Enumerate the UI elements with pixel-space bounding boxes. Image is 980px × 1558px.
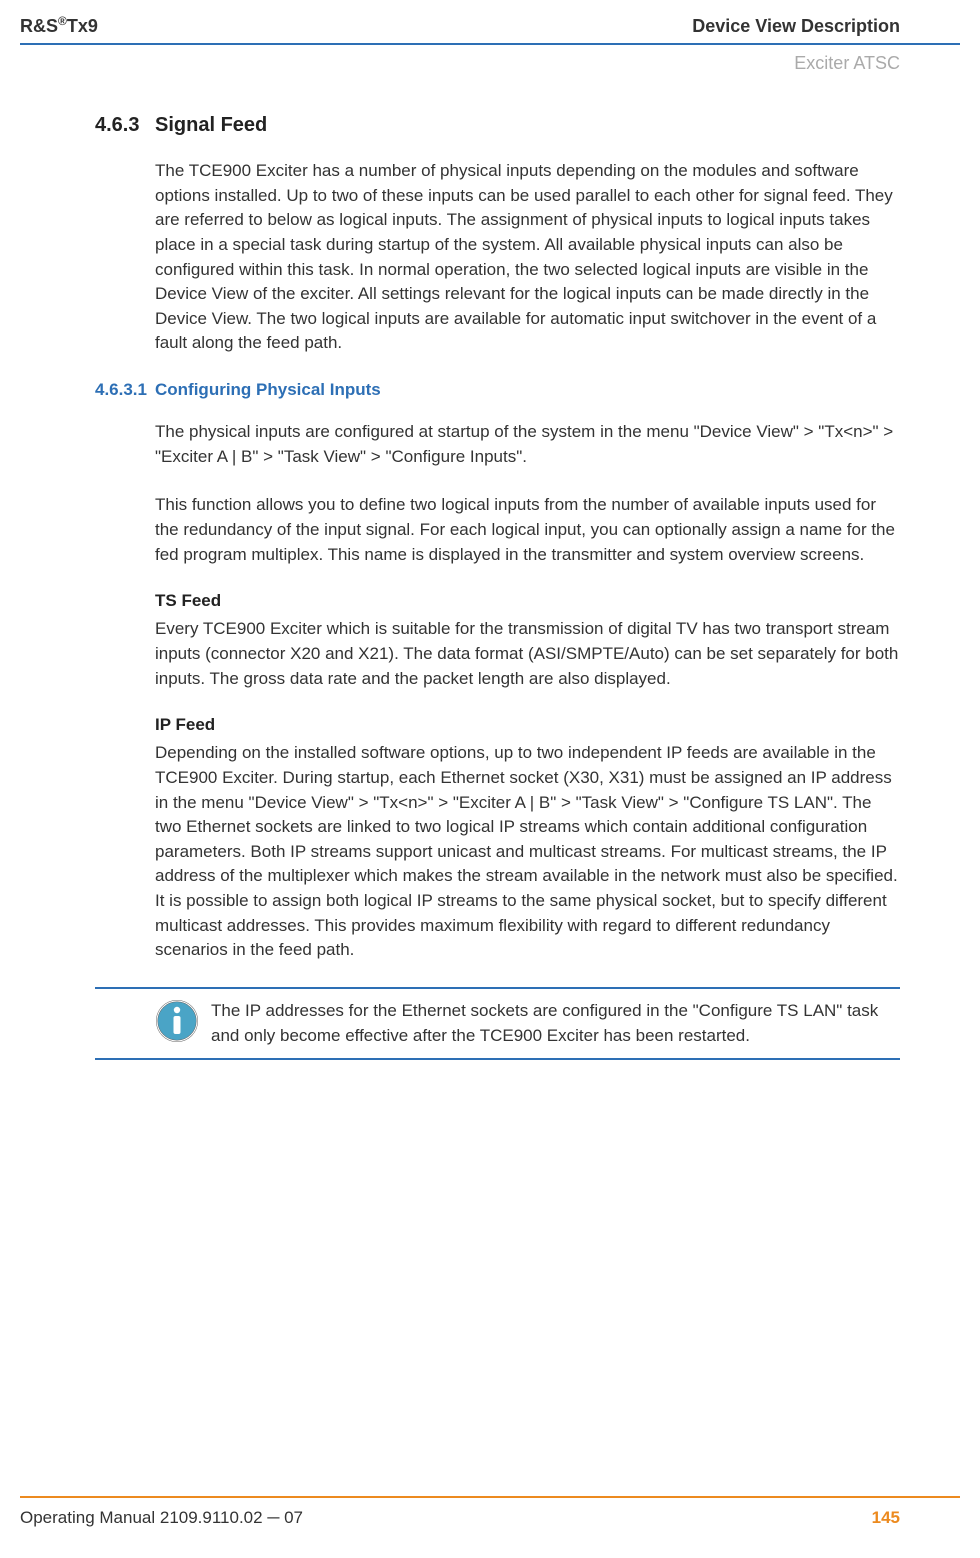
section-intro: The TCE900 Exciter has a number of physi… [155, 159, 900, 356]
chapter-title: Device View Description [692, 16, 900, 37]
page: R&S®Tx9 Device View Description Exciter … [0, 0, 980, 1558]
section-number: 4.6.3 [95, 114, 155, 137]
product-name: R&S®Tx9 [20, 14, 98, 37]
ip-feed-body: Depending on the installed software opti… [155, 741, 900, 963]
ts-feed-heading: TS Feed [155, 591, 900, 611]
footer-divider [20, 1496, 960, 1498]
info-icon [155, 999, 199, 1043]
footer-manual-id: Operating Manual 2109.9110.02 ─ 07 [20, 1508, 303, 1528]
subsection-para-2: This function allows you to define two l… [155, 493, 900, 567]
content: 4.6.3 Signal Feed The TCE900 Exciter has… [0, 74, 980, 1060]
subsection-title: Configuring Physical Inputs [155, 380, 381, 400]
ip-feed-heading: IP Feed [155, 715, 900, 735]
info-note: The IP addresses for the Ethernet socket… [95, 987, 900, 1060]
subheader: Exciter ATSC [0, 45, 980, 74]
page-footer: Operating Manual 2109.9110.02 ─ 07 145 [20, 1496, 960, 1528]
subsection-heading: 4.6.3.1 Configuring Physical Inputs [95, 380, 900, 400]
footer-page-number: 145 [872, 1508, 900, 1528]
section-heading: 4.6.3 Signal Feed [95, 114, 900, 137]
footer-row: Operating Manual 2109.9110.02 ─ 07 145 [20, 1508, 960, 1528]
info-note-text: The IP addresses for the Ethernet socket… [211, 999, 900, 1048]
subsection-number: 4.6.3.1 [95, 380, 155, 400]
ts-feed-body: Every TCE900 Exciter which is suitable f… [155, 617, 900, 691]
page-header: R&S®Tx9 Device View Description [0, 0, 980, 37]
section-title: Signal Feed [155, 114, 267, 137]
subsection-para-1: The physical inputs are configured at st… [155, 420, 900, 469]
